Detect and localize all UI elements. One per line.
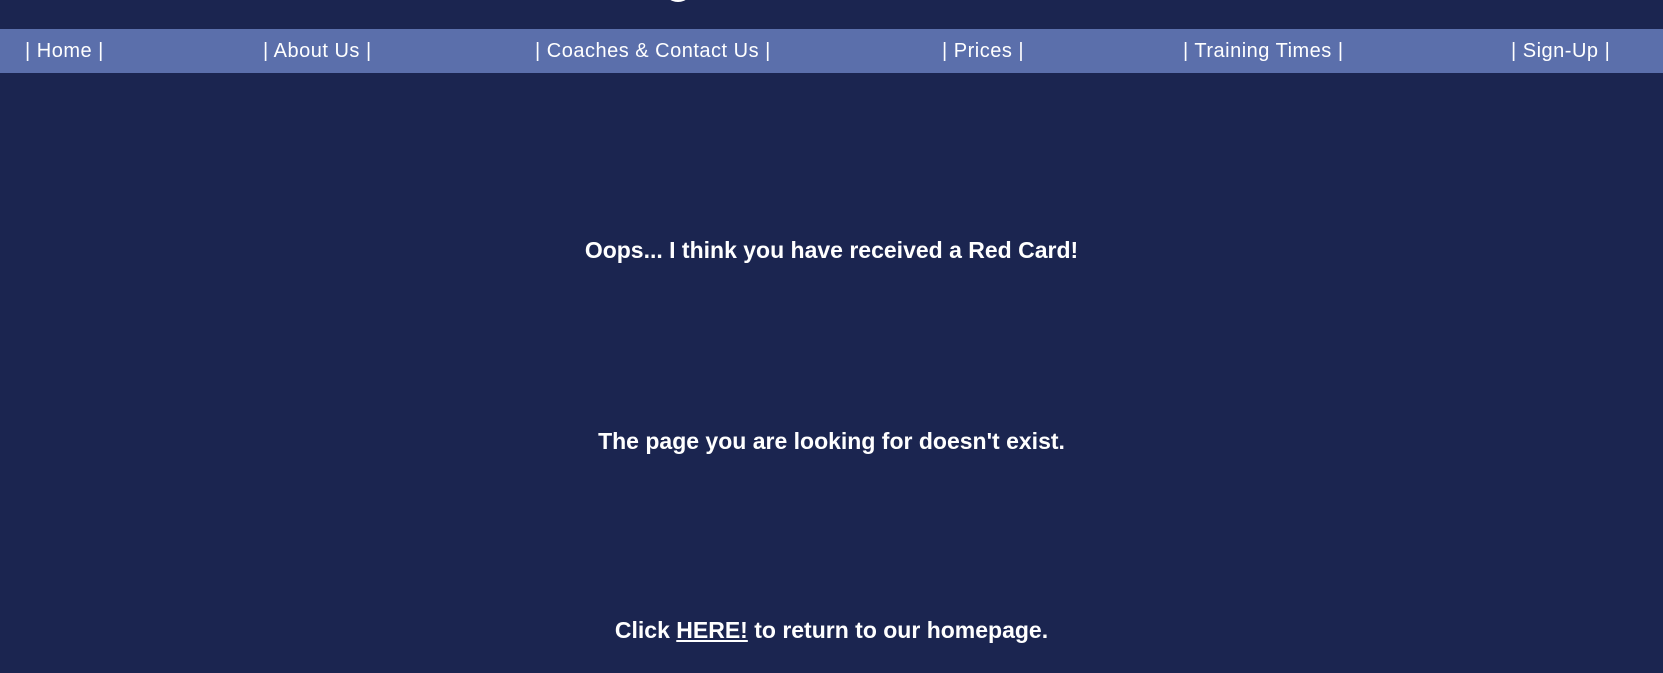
nav-item-training-times[interactable]: | Training Times | <box>1183 29 1344 73</box>
return-home-message: Click HERE! to return to our homepage. <box>0 617 1663 644</box>
nav-item-sign-up[interactable]: | Sign-Up | <box>1511 29 1610 73</box>
nav-item-home[interactable]: | Home | <box>25 29 104 73</box>
error-subtext: The page you are looking for doesn't exi… <box>598 428 1065 454</box>
logo-fragment <box>663 0 693 2</box>
homepage-link[interactable]: HERE! <box>676 617 748 643</box>
return-prefix: Click <box>614 617 677 643</box>
return-suffix: to return to our homepage. <box>747 617 1049 643</box>
error-page: | Home | | About Us | | Coaches & Contac… <box>0 0 1663 673</box>
error-headline: Oops... I think you have received a Red … <box>584 237 1079 263</box>
nav-item-coaches-contact[interactable]: | Coaches & Contact Us | <box>535 29 771 73</box>
main-navigation: | Home | | About Us | | Coaches & Contac… <box>0 29 1663 73</box>
nav-item-about-us[interactable]: | About Us | <box>263 29 372 73</box>
nav-item-prices[interactable]: | Prices | <box>942 29 1024 73</box>
